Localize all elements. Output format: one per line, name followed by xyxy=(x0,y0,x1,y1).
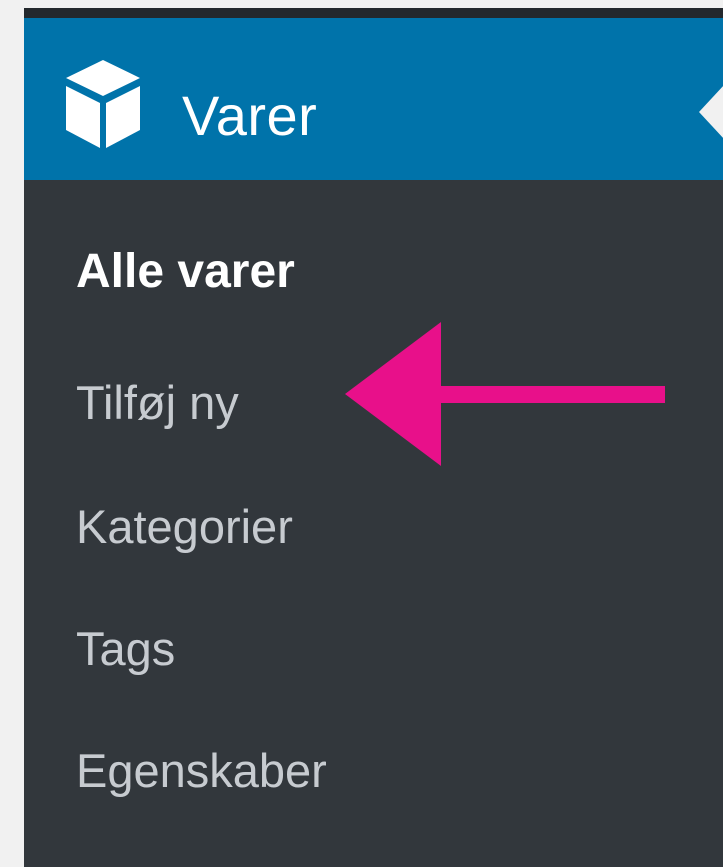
submenu-item-alle-varer[interactable]: Alle varer xyxy=(76,244,295,299)
current-menu-indicator xyxy=(699,84,723,140)
menu-item-varer[interactable]: Varer xyxy=(24,18,723,180)
submenu-item-kategorier[interactable]: Kategorier xyxy=(76,499,293,554)
submenu-item-egenskaber[interactable]: Egenskaber xyxy=(76,743,327,798)
submenu-item-tags[interactable]: Tags xyxy=(76,621,175,676)
menu-title: Varer xyxy=(182,84,318,147)
box-icon xyxy=(66,60,140,148)
pink-arrow-annotation-icon xyxy=(345,322,665,466)
menu-top-strip xyxy=(24,8,723,18)
submenu-item-tilfoej-ny[interactable]: Tilføj ny xyxy=(76,375,239,430)
screenshot-frame: Varer Alle varer Tilføj ny Kategorier Ta… xyxy=(0,0,723,867)
